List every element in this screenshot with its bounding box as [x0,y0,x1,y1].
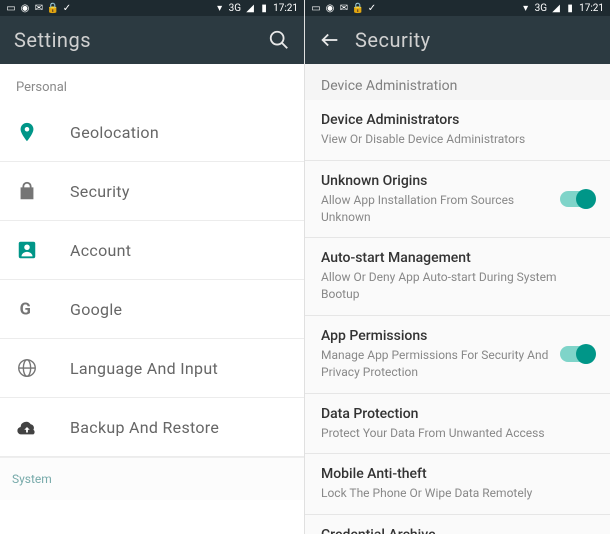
item-app-permissions[interactable]: App Permissions Manage App Permissions F… [305,316,610,394]
item-subtitle: Manage App Permissions For Security And … [321,347,550,381]
check-icon: ✓ [62,3,72,13]
item-title: Device Administrators [321,112,594,128]
item-device-administrators[interactable]: Device Administrators View Or Disable De… [305,100,610,161]
item-data-protection[interactable]: Data Protection Protect Your Data From U… [305,394,610,455]
battery-icon: ▮ [259,3,269,13]
list-item-label: Backup And Restore [70,418,219,437]
account-icon [16,239,38,261]
lock-icon: 🔒 [353,3,363,13]
security-app-bar: Security [305,16,610,64]
location-icon [16,121,38,143]
wifi-icon: ▾ [521,3,531,13]
wifi-icon: ▾ [215,3,225,13]
item-subtitle: View Or Disable Device Administrators [321,131,594,148]
security-list: Device Administration Device Administrat… [305,64,610,534]
toggle-unknown-origins[interactable] [560,191,594,207]
clock-label: 17:21 [273,3,298,14]
item-title: Credential Archive [321,527,594,534]
globe-icon [16,357,38,379]
status-system: ▾ 3G ◢ ▮ 17:21 [215,3,298,14]
item-title: Unknown Origins [321,173,550,189]
toggle-app-permissions[interactable] [560,346,594,362]
list-item-label: Language And Input [70,359,218,378]
status-notifications: ▭ ◉ ✉ 🔒 ✓ [311,3,377,13]
lock-icon [16,180,38,202]
sidebar-item-account[interactable]: Account [0,221,304,280]
section-system: System [0,457,304,500]
sidebar-item-google[interactable]: G Google [0,280,304,339]
item-title: Data Protection [321,406,594,422]
sms-icon: ✉ [339,3,349,13]
settings-list: Personal Geolocation Security Account G [0,64,304,534]
back-icon[interactable] [319,29,341,51]
status-bar-right: ▭ ◉ ✉ 🔒 ✓ ▾ 3G ◢ ▮ 17:21 [305,0,610,16]
settings-panel: ▭ ◉ ✉ 🔒 ✓ ▾ 3G ◢ ▮ 17:21 Settings Person… [0,0,305,534]
whatsapp-icon: ◉ [20,3,30,13]
battery-icon: ▮ [565,3,575,13]
security-panel: ▭ ◉ ✉ 🔒 ✓ ▾ 3G ◢ ▮ 17:21 Security Device… [305,0,610,534]
status-system: ▾ 3G ◢ ▮ 17:21 [521,3,604,14]
list-item-label: Security [70,182,130,201]
settings-app-bar: Settings [0,16,304,64]
sidebar-item-backup[interactable]: Backup And Restore [0,398,304,457]
sidebar-item-geolocation[interactable]: Geolocation [0,103,304,162]
section-personal: Personal [0,64,304,103]
item-title: Mobile Anti-theft [321,466,594,482]
sms-icon: ✉ [34,3,44,13]
clock-label: 17:21 [579,3,604,14]
status-notifications: ▭ ◉ ✉ 🔒 ✓ [6,3,72,13]
security-title: Security [355,28,596,52]
sim-icon: ▭ [311,3,321,13]
cloud-upload-icon [16,416,38,438]
section-device-admin: Device Administration [305,64,610,100]
network-label: 3G [535,3,547,14]
item-subtitle: Lock The Phone Or Wipe Data Remotely [321,485,594,502]
item-autostart[interactable]: Auto-start Management Allow Or Deny App … [305,238,610,316]
signal-icon: ◢ [551,3,561,13]
sidebar-item-language[interactable]: Language And Input [0,339,304,398]
check-icon: ✓ [367,3,377,13]
item-subtitle: Allow Or Deny App Auto-start During Syst… [321,269,594,303]
item-mobile-antitheft[interactable]: Mobile Anti-theft Lock The Phone Or Wipe… [305,454,610,515]
network-label: 3G [229,3,241,14]
list-item-label: Account [70,241,131,260]
svg-text:G: G [20,301,31,320]
item-credential-archive[interactable]: Credential Archive [305,515,610,534]
sidebar-item-security[interactable]: Security [0,162,304,221]
item-unknown-origins[interactable]: Unknown Origins Allow App Installation F… [305,161,610,239]
list-item-label: Geolocation [70,123,159,142]
lock-icon: 🔒 [48,3,58,13]
item-title: App Permissions [321,328,550,344]
list-item-label: Google [70,300,122,319]
google-icon: G [16,298,38,320]
search-icon[interactable] [268,29,290,51]
status-bar-left: ▭ ◉ ✉ 🔒 ✓ ▾ 3G ◢ ▮ 17:21 [0,0,304,16]
sim-icon: ▭ [6,3,16,13]
settings-title: Settings [14,28,254,52]
item-subtitle: Protect Your Data From Unwanted Access [321,425,594,442]
whatsapp-icon: ◉ [325,3,335,13]
signal-icon: ◢ [245,3,255,13]
item-title: Auto-start Management [321,250,594,266]
item-subtitle: Allow App Installation From Sources Unkn… [321,192,550,226]
